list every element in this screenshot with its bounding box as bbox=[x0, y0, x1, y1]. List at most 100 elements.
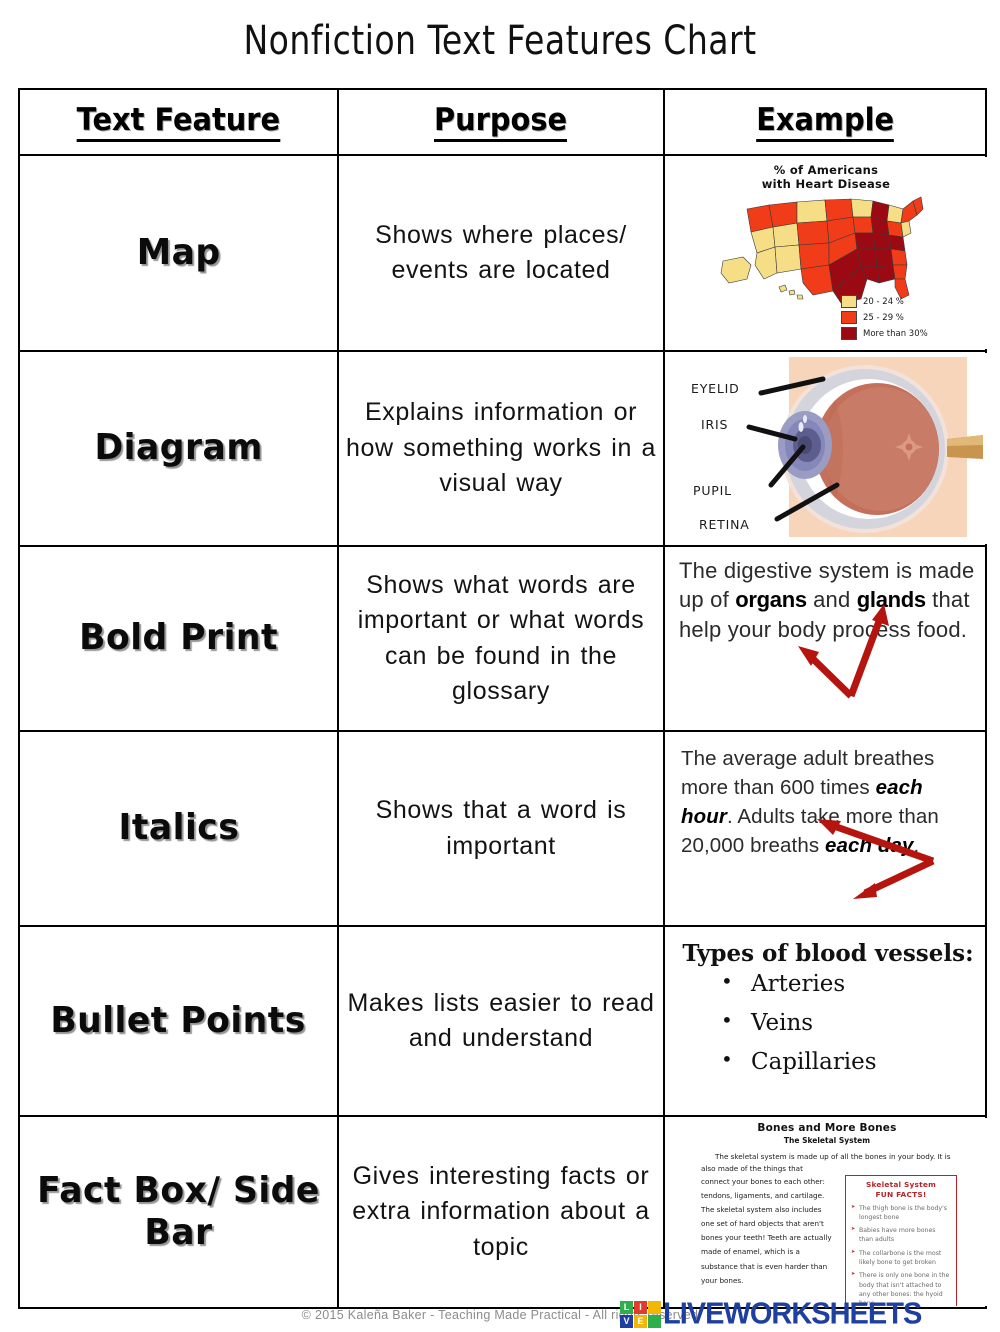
bold-print-example: The digestive system is made up of organ… bbox=[665, 548, 987, 729]
sidebar-fact-item: Babies have more bones than adults bbox=[851, 1226, 951, 1245]
list-item: Arteries bbox=[721, 971, 979, 996]
legend-label: More than 30% bbox=[863, 328, 928, 339]
bold-print-sentence: The digestive system is made up of organ… bbox=[679, 556, 977, 644]
table-row: Fact Box/ Side Bar Gives interesting fac… bbox=[18, 1115, 987, 1309]
column-header-text-feature: Text Feature bbox=[18, 88, 339, 156]
logo-tile-l: L bbox=[620, 1301, 633, 1314]
feature-cell-bold-print: Bold Print bbox=[18, 545, 339, 732]
legend-label: 25 - 29 % bbox=[863, 312, 904, 323]
column-header-label: Example bbox=[756, 102, 894, 142]
legend-item: More than 30% bbox=[841, 327, 928, 340]
column-header-label: Purpose bbox=[434, 102, 568, 142]
italics-text-part3: . bbox=[913, 834, 920, 858]
eye-label-iris: IRIS bbox=[701, 417, 729, 432]
logo-tile-v: V bbox=[620, 1315, 633, 1328]
legend-swatch-25-29 bbox=[841, 311, 857, 324]
article-subtitle: The Skeletal System bbox=[783, 1136, 871, 1145]
purpose-text: Explains information or how something wo… bbox=[345, 398, 657, 498]
logo-tile-v-bg bbox=[648, 1301, 661, 1314]
purpose-cell-bold-print: Shows what words are important or what w… bbox=[337, 545, 665, 732]
purpose-text: Gives interesting facts or extra informa… bbox=[352, 1161, 650, 1261]
column-header-example: Example bbox=[663, 88, 987, 156]
purpose-cell-italics: Shows that a word is important bbox=[337, 730, 665, 927]
feature-label: Diagram bbox=[94, 427, 263, 469]
article-intro: The skeletal system is made up of all th… bbox=[701, 1151, 953, 1174]
text-features-chart: Text Feature Purpose Example Map Shows w… bbox=[18, 88, 987, 1309]
purpose-text: Makes lists easier to read and understan… bbox=[347, 988, 655, 1053]
italic-phrase-each-day: each day bbox=[824, 834, 914, 858]
bold-word-glands: glands bbox=[856, 587, 926, 613]
example-cell-diagram: EYELID IRIS PUPIL RETINA bbox=[663, 350, 987, 547]
purpose-cell-map: Shows where places/ events are located bbox=[337, 154, 665, 352]
example-cell-bullet-points: Types of blood vessels: Arteries Veins C… bbox=[663, 925, 987, 1117]
feature-label: Bold Print bbox=[79, 617, 278, 659]
map-example-image: % of Americans with Heart Disease 20 - 2… bbox=[665, 157, 987, 349]
sidebar-fact-item: The collarbone is the most likely bone t… bbox=[851, 1249, 951, 1268]
table-row: Map Shows where places/ events are locat… bbox=[18, 154, 987, 352]
map-legend: 20 - 24 % 25 - 29 % More than 30% bbox=[841, 295, 928, 343]
logo-tile-e: E bbox=[634, 1315, 647, 1328]
legend-swatch-more-than-30 bbox=[841, 327, 857, 340]
example-cell-italics: The average adult breathes more than 600… bbox=[663, 730, 987, 927]
article-body: connect your bones to each other: tendon… bbox=[701, 1177, 832, 1285]
worksheet-page: Nonfiction Text Features Chart Text Feat… bbox=[0, 0, 1000, 1332]
fact-box-article: Bones and More Bones The Skeletal System… bbox=[701, 1122, 957, 1306]
list-item: Capillaries bbox=[721, 1049, 979, 1074]
logo-tile-i: I bbox=[634, 1301, 647, 1314]
liveworksheets-watermark: L I V E LIVEWORKSHEETS bbox=[620, 1297, 922, 1331]
logo-tile-blank bbox=[648, 1315, 661, 1328]
bold-text-part2: and bbox=[806, 587, 857, 613]
purpose-text: Shows where places/ events are located bbox=[375, 220, 627, 285]
eye-label-pupil: PUPIL bbox=[693, 483, 732, 498]
example-cell-map: % of Americans with Heart Disease 20 - 2… bbox=[663, 154, 987, 352]
liveworksheets-logo-tiles: L I V E bbox=[620, 1301, 661, 1328]
example-cell-fact-box: Bones and More Bones The Skeletal System… bbox=[663, 1115, 987, 1309]
article-intro-text: The skeletal system is made up of all th… bbox=[701, 1152, 951, 1173]
purpose-text: Shows that a word is important bbox=[375, 796, 627, 860]
feature-label: Fact Box/ Side Bar bbox=[37, 1169, 320, 1253]
feature-cell-fact-box: Fact Box/ Side Bar bbox=[18, 1115, 339, 1309]
purpose-text: Shows what words are important or what w… bbox=[357, 570, 645, 706]
map-title-line1: % of Americans bbox=[773, 163, 879, 177]
list-item: Veins bbox=[721, 1010, 979, 1035]
table-row: Diagram Explains information or how some… bbox=[18, 350, 987, 547]
article-columns: connect your bones to each other: tendon… bbox=[701, 1175, 957, 1306]
feature-cell-bullet-points: Bullet Points bbox=[18, 925, 339, 1117]
sidebar-title: Skeletal System FUN FACTS! bbox=[851, 1180, 951, 1199]
purpose-cell-bullet-points: Makes lists easier to read and understan… bbox=[337, 925, 665, 1117]
fact-box-example: Bones and More Bones The Skeletal System… bbox=[665, 1118, 987, 1306]
table-row: Bold Print Shows what words are importan… bbox=[18, 545, 987, 732]
purpose-cell-diagram: Explains information or how something wo… bbox=[337, 350, 665, 547]
sidebar-title-line2: FUN FACTS! bbox=[875, 1189, 927, 1199]
table-row: Italics Shows that a word is important T… bbox=[18, 730, 987, 927]
page-title: Nonfiction Text Features Chart bbox=[243, 18, 757, 64]
bold-word-organs: organs bbox=[735, 587, 807, 613]
purpose-cell-fact-box: Gives interesting facts or extra informa… bbox=[337, 1115, 665, 1309]
legend-item: 20 - 24 % bbox=[841, 295, 928, 308]
column-header-purpose: Purpose bbox=[337, 88, 665, 156]
legend-label: 20 - 24 % bbox=[863, 296, 904, 307]
example-cell-bold-print: The digestive system is made up of organ… bbox=[663, 545, 987, 732]
feature-label: Italics bbox=[118, 807, 239, 849]
bullet-points-example: Types of blood vessels: Arteries Veins C… bbox=[665, 928, 987, 1114]
column-header-label: Text Feature bbox=[76, 102, 281, 142]
feature-cell-italics: Italics bbox=[18, 730, 339, 927]
feature-label: Bullet Points bbox=[50, 999, 307, 1041]
us-choropleth-map bbox=[720, 196, 924, 304]
bullet-list: Arteries Veins Capillaries bbox=[677, 971, 979, 1074]
page-footer: © 2015 Kaleña Baker - Teaching Made Prac… bbox=[0, 1296, 1000, 1332]
legend-item: 25 - 29 % bbox=[841, 311, 928, 324]
italics-example: The average adult breathes more than 600… bbox=[665, 733, 987, 924]
eye-label-retina: RETINA bbox=[699, 517, 750, 532]
sidebar-title-line1: Skeletal System bbox=[865, 1180, 936, 1190]
table-row: Bullet Points Makes lists easier to read… bbox=[18, 925, 987, 1117]
table-header-row: Text Feature Purpose Example bbox=[18, 88, 987, 156]
italics-sentence: The average adult breathes more than 600… bbox=[681, 744, 977, 860]
bullet-list-heading: Types of blood vessels: bbox=[682, 940, 974, 967]
legend-swatch-20-24 bbox=[841, 295, 857, 308]
feature-cell-diagram: Diagram bbox=[18, 350, 339, 547]
feature-cell-map: Map bbox=[18, 154, 339, 352]
sidebar-fact-list: The thigh bone is the body's longest bon… bbox=[851, 1204, 951, 1306]
article-title: Bones and More Bones bbox=[757, 1122, 897, 1134]
eye-diagram-example-image: EYELID IRIS PUPIL RETINA bbox=[665, 353, 987, 544]
